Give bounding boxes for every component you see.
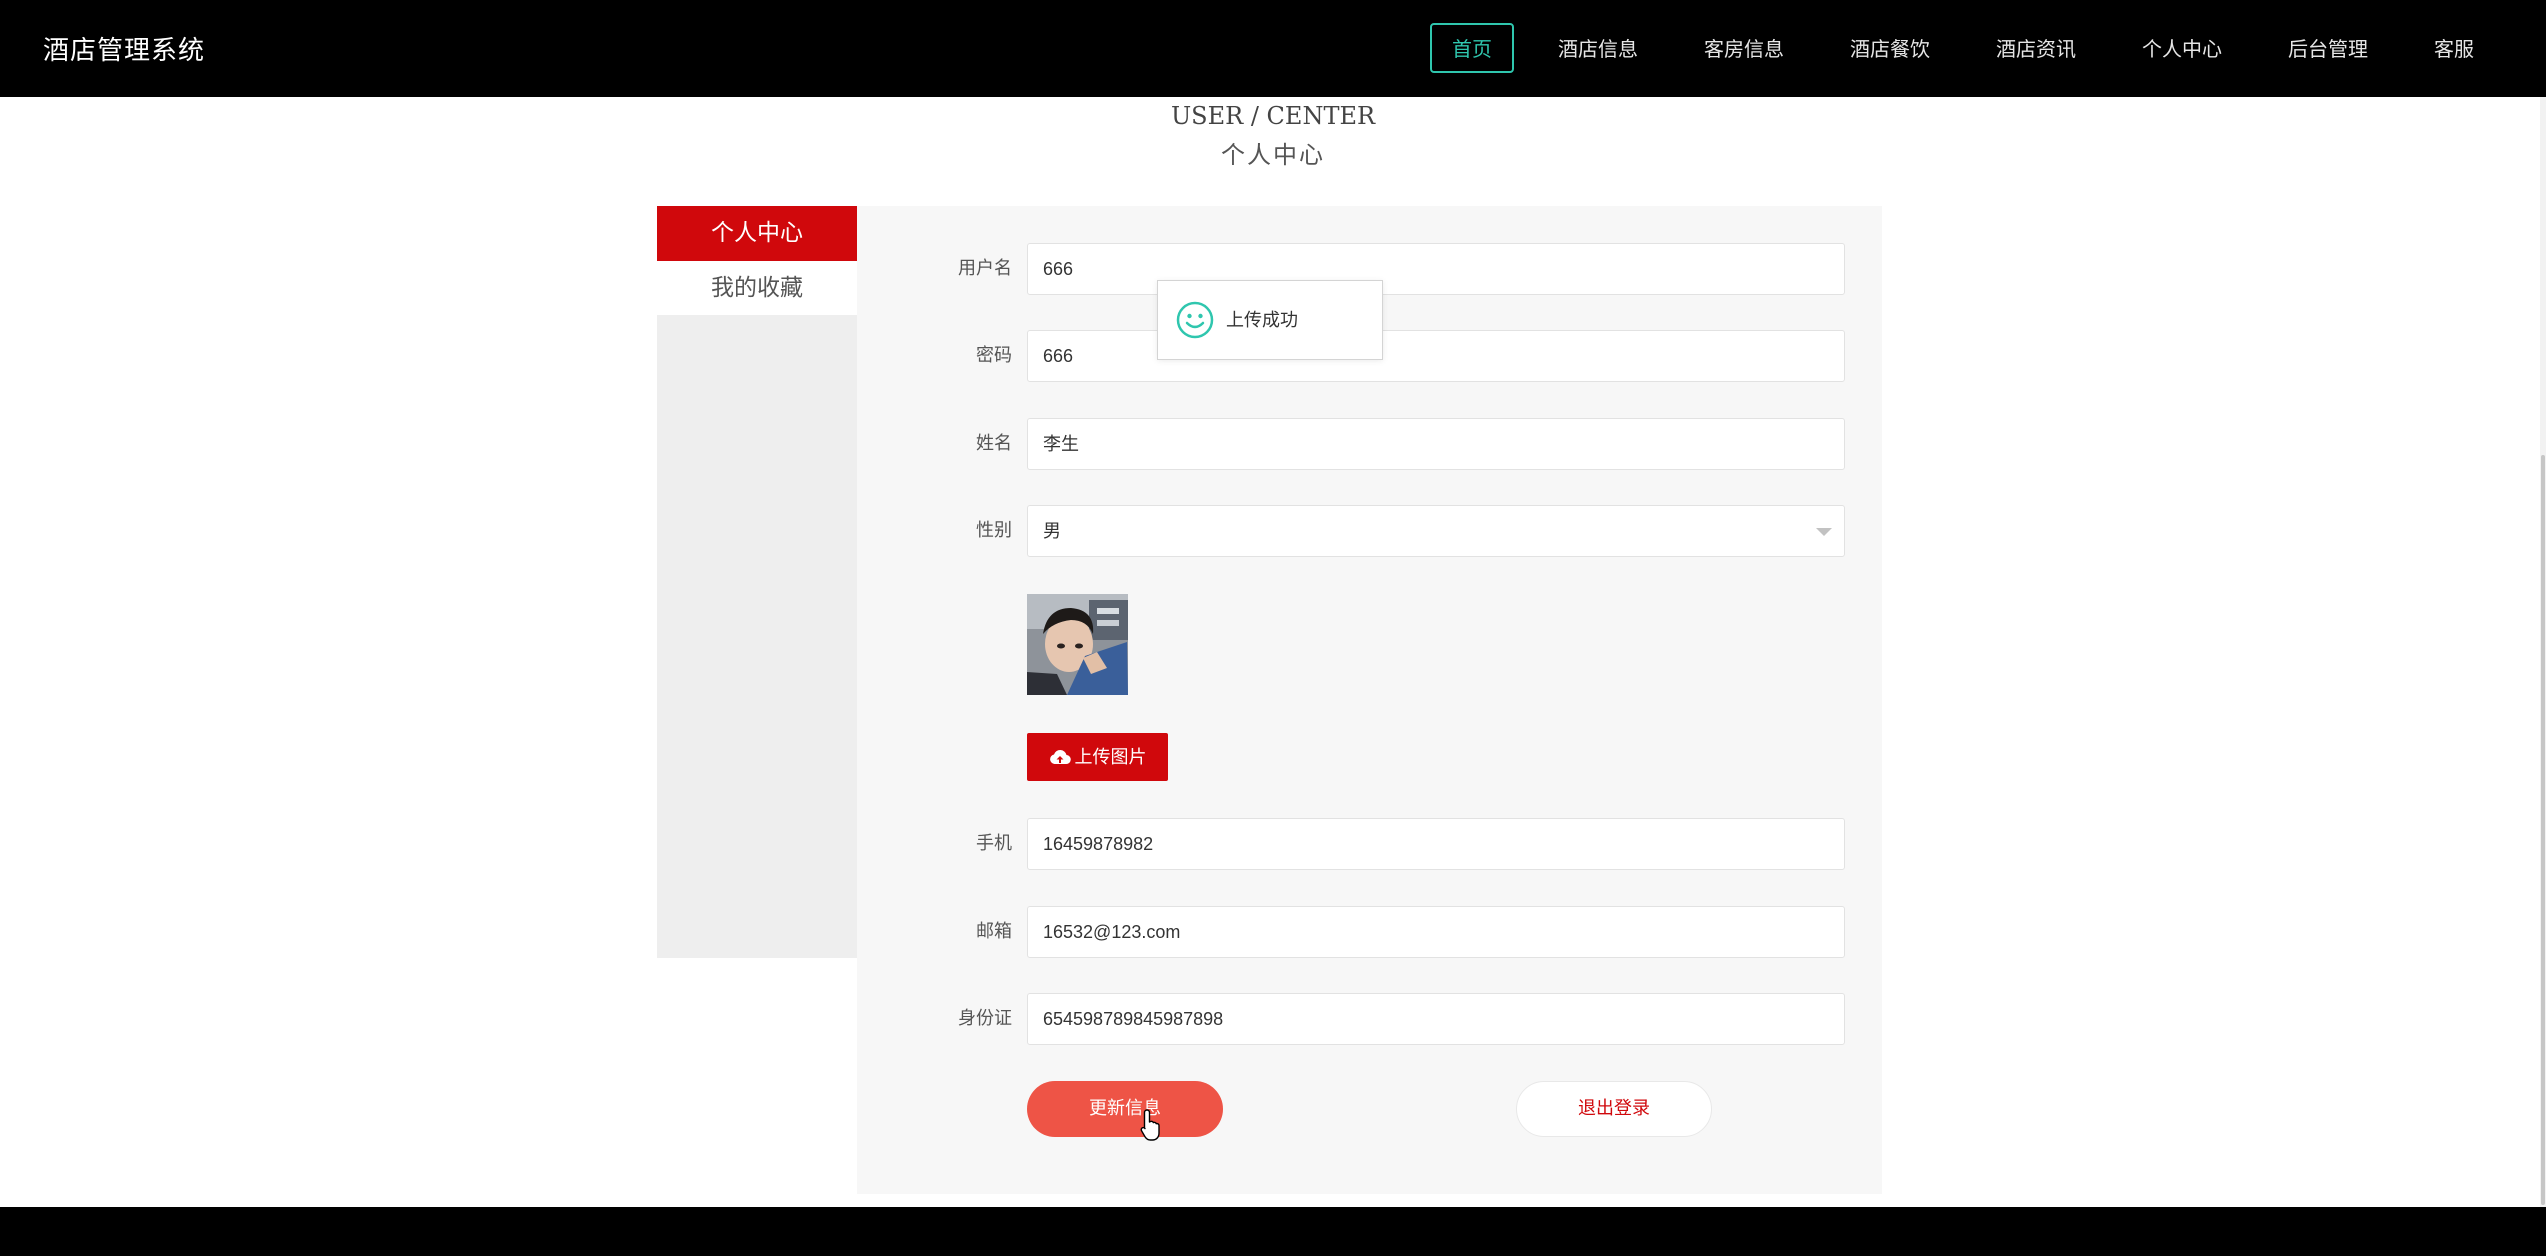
upload-image-button[interactable]: 上传图片 (1027, 733, 1168, 781)
cloud-upload-icon (1049, 750, 1071, 765)
avatar-photo-icon (1027, 594, 1128, 695)
scrollbar-thumb[interactable] (2541, 455, 2545, 1205)
page-footer (0, 1207, 2546, 1256)
password-input[interactable]: 666 (1027, 330, 1845, 382)
password-label: 密码 (976, 345, 1012, 366)
phone-label: 手机 (976, 833, 1012, 854)
email-row: 邮箱 16532@123.com (857, 906, 1882, 958)
toast-message: 上传成功 (1157, 280, 1383, 360)
id-card-row: 身份证 654598789845987898 (857, 993, 1882, 1045)
username-label: 用户名 (958, 258, 1012, 279)
main-nav: 首页 酒店信息 客房信息 酒店餐饮 酒店资讯 个人中心 后台管理 客服 (1408, 22, 2496, 74)
nav-item-room-info[interactable]: 客房信息 (1682, 23, 1806, 73)
site-title: 酒店管理系统 (43, 36, 206, 66)
phone-row: 手机 16459878982 (857, 818, 1882, 870)
side-menu: 个人中心 我的收藏 (657, 206, 857, 958)
hand-cursor-icon (1140, 1109, 1160, 1141)
page-title-en: USER / CENTER (1170, 102, 1376, 130)
chevron-down-icon (1816, 528, 1832, 536)
nav-item-dining[interactable]: 酒店餐饮 (1828, 23, 1952, 73)
nav-item-hotel-info[interactable]: 酒店信息 (1536, 23, 1660, 73)
nav-item-customer-service[interactable]: 客服 (2412, 23, 2496, 73)
id-card-input[interactable]: 654598789845987898 (1027, 993, 1845, 1045)
nav-item-news[interactable]: 酒店资讯 (1974, 23, 2098, 73)
gender-select[interactable]: 男 (1027, 505, 1845, 557)
gender-row: 性别 男 (857, 505, 1882, 557)
nav-item-admin[interactable]: 后台管理 (2266, 23, 2390, 73)
side-item-favorites[interactable]: 我的收藏 (657, 261, 857, 315)
page-title-zh: 个人中心 (1221, 141, 1325, 169)
upload-image-label: 上传图片 (1074, 747, 1147, 767)
gender-select-value: 男 (1043, 521, 1061, 541)
nav-item-user-center[interactable]: 个人中心 (2120, 23, 2244, 73)
avatar (1027, 594, 1128, 695)
logout-button[interactable]: 退出登录 (1516, 1081, 1712, 1137)
update-info-button[interactable]: 更新信息 (1027, 1081, 1223, 1137)
id-card-label: 身份证 (958, 1008, 1012, 1029)
side-item-user-center[interactable]: 个人中心 (657, 206, 857, 261)
top-navbar: 酒店管理系统 首页 酒店信息 客房信息 酒店餐饮 酒店资讯 个人中心 后台管理 … (0, 0, 2546, 97)
name-label: 姓名 (976, 433, 1012, 454)
toast-text: 上传成功 (1226, 310, 1298, 331)
name-row: 姓名 李生 (857, 418, 1882, 470)
email-label: 邮箱 (976, 921, 1012, 942)
gender-label: 性别 (976, 520, 1012, 541)
phone-input[interactable]: 16459878982 (1027, 818, 1845, 870)
smile-icon (1176, 301, 1214, 339)
name-input[interactable]: 李生 (1027, 418, 1845, 470)
username-input[interactable]: 666 (1027, 243, 1845, 295)
email-input[interactable]: 16532@123.com (1027, 906, 1845, 958)
nav-item-home[interactable]: 首页 (1430, 23, 1514, 73)
